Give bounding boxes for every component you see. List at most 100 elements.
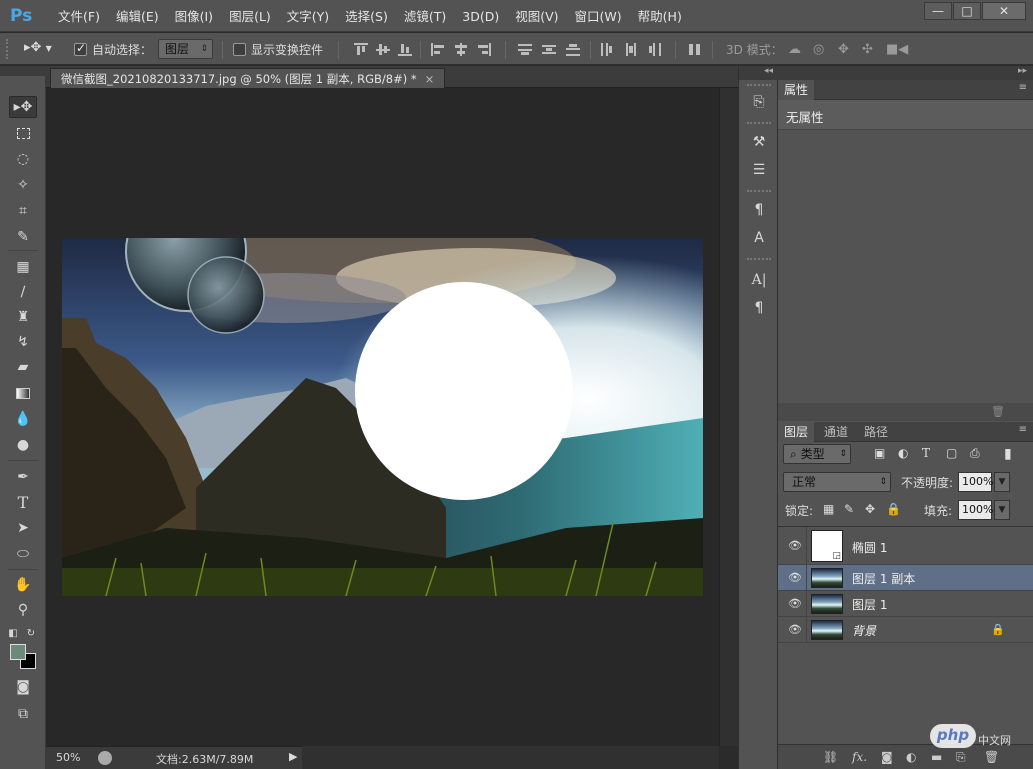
add-mask-icon[interactable]: ◙ — [881, 750, 893, 764]
healing-brush-tool-icon[interactable]: ▦ — [9, 256, 37, 278]
opacity-input[interactable]: 100% — [958, 472, 993, 492]
move-tool-icon[interactable]: ▸✥ — [9, 96, 37, 118]
restore-button[interactable]: □ — [953, 2, 981, 20]
close-tab-icon[interactable]: × — [425, 72, 435, 86]
distribute-right-icon[interactable] — [648, 43, 662, 56]
auto-select-dropdown[interactable]: 图层 ⇕ — [158, 39, 213, 59]
eye-icon[interactable]: 👁 — [788, 623, 802, 636]
panel-collapse-bar[interactable]: ▸▸ — [778, 66, 1033, 80]
eye-icon[interactable]: 👁 — [788, 539, 802, 552]
canvas-image[interactable] — [46, 88, 719, 746]
tool-preset-picker[interactable]: ▸✥ ▼ — [24, 40, 52, 55]
character-panel-icon[interactable]: A| — [747, 270, 771, 290]
clone-stamp-tool-icon[interactable]: ♜ — [9, 306, 37, 328]
menu-select[interactable]: 选择(S) — [337, 8, 396, 26]
horizontal-scrollbar[interactable] — [302, 746, 719, 769]
close-button[interactable]: ✕ — [982, 2, 1026, 20]
lock-all-icon[interactable]: 🔒 — [886, 502, 901, 516]
lock-image-icon[interactable]: ✎ — [844, 502, 854, 516]
drag-3d-icon[interactable]: ✥ — [838, 42, 849, 57]
layer-row-ellipse[interactable]: 👁 ◲ 椭圆 1 — [778, 527, 1033, 565]
document-tab[interactable]: 微信截图_20210820133717.jpg @ 50% (图层 1 副本, … — [50, 68, 446, 88]
tab-channels[interactable]: 通道 — [818, 422, 854, 442]
menu-layer[interactable]: 图层(L) — [221, 8, 279, 26]
type-tool-icon[interactable]: T — [9, 491, 37, 513]
menu-window[interactable]: 窗口(W) — [567, 8, 630, 26]
align-bottom-icon[interactable] — [398, 43, 412, 56]
panel-menu-icon[interactable]: ≡ — [1019, 82, 1027, 93]
show-transform-checkbox[interactable] — [233, 43, 246, 56]
distribute-hcenter-icon[interactable] — [624, 43, 638, 56]
delete-layer-icon[interactable]: 🗑 — [984, 750, 999, 764]
adjustment-layer-icon[interactable]: ◐ — [906, 750, 916, 764]
tab-layers[interactable]: 图层 — [778, 422, 815, 442]
fill-dropdown-icon[interactable]: ▼ — [994, 500, 1010, 520]
auto-select-checkbox[interactable] — [74, 41, 87, 56]
trash-icon[interactable]: 🗑 — [991, 405, 1005, 418]
blend-mode-dropdown[interactable]: 正常 ⇕ — [783, 472, 891, 492]
align-right-icon[interactable] — [477, 43, 491, 56]
brush-tool-icon[interactable]: ∕ — [9, 281, 37, 303]
lasso-tool-icon[interactable]: ◌ — [9, 148, 37, 170]
ellipse-tool-icon[interactable]: ⬭ — [9, 543, 37, 565]
menu-help[interactable]: 帮助(H) — [630, 8, 690, 26]
quick-mask-icon[interactable]: ◙ — [9, 676, 37, 698]
history-brush-tool-icon[interactable]: ↯ — [9, 331, 37, 353]
pen-tool-icon[interactable]: ✒ — [9, 466, 37, 488]
gradient-tool-icon[interactable] — [9, 382, 37, 404]
layer-filter-dropdown[interactable]: ⌕ 类型 ⇕ — [783, 444, 851, 464]
minimize-button[interactable]: — — [924, 2, 952, 20]
filter-toggle-icon[interactable]: ▮ — [1004, 446, 1012, 462]
paragraph-panel-icon[interactable]: ¶ — [747, 298, 771, 318]
screen-mode-icon[interactable]: ⧉ — [9, 703, 37, 725]
lock-position-icon[interactable]: ✥ — [865, 502, 875, 516]
tab-paths[interactable]: 路径 — [858, 422, 894, 442]
marquee-tool-icon[interactable] — [9, 122, 37, 144]
status-info-icon[interactable] — [98, 751, 112, 765]
filter-shape-icon[interactable]: ▢ — [946, 446, 957, 460]
distribute-vcenter-icon[interactable] — [542, 43, 556, 56]
status-menu-arrow-icon[interactable]: ▶ — [289, 750, 297, 763]
link-layers-icon[interactable]: ⛓ — [823, 750, 838, 764]
crop-tool-icon[interactable]: ⌗ — [9, 200, 37, 222]
align-left-icon[interactable] — [431, 43, 445, 56]
distribute-left-icon[interactable] — [600, 43, 614, 56]
hand-tool-icon[interactable]: ✋ — [9, 574, 37, 596]
tab-properties[interactable]: 属性 — [778, 80, 815, 100]
collapse-arrows-icon[interactable]: ◂◂ — [739, 66, 779, 80]
paragraph-styles-icon[interactable]: ¶ — [747, 200, 771, 220]
filter-adjustment-icon[interactable]: ◐ — [898, 446, 908, 460]
fill-input[interactable]: 100% — [958, 500, 993, 520]
layer-style-icon[interactable]: fx. — [852, 750, 867, 764]
layer-row-layer1[interactable]: 👁 图层 1 — [778, 591, 1033, 617]
menu-type[interactable]: 文字(Y) — [279, 8, 337, 26]
rotate-3d-icon[interactable]: ☁ — [788, 42, 801, 57]
align-top-icon[interactable] — [354, 43, 368, 56]
canvas-area[interactable] — [46, 88, 719, 746]
menu-image[interactable]: 图像(I) — [167, 8, 221, 26]
zoom-level[interactable]: 50% — [56, 751, 80, 764]
foreground-color-swatch[interactable] — [10, 644, 26, 660]
adjustments-panel-icon[interactable]: ☰ — [747, 160, 771, 180]
menu-edit[interactable]: 编辑(E) — [108, 8, 167, 26]
align-hcenter-icon[interactable] — [454, 43, 468, 56]
dodge-tool-icon[interactable]: ● — [9, 434, 37, 456]
roll-3d-icon[interactable]: ◎ — [813, 42, 824, 57]
filter-pixel-icon[interactable]: ▣ — [874, 446, 885, 460]
layer-row-layer1-copy[interactable]: 👁 图层 1 副本 — [778, 565, 1033, 591]
eye-icon[interactable]: 👁 — [788, 571, 802, 584]
swap-colors-icon[interactable]: ↻ — [24, 622, 38, 644]
menu-filter[interactable]: 滤镜(T) — [396, 8, 454, 26]
lock-transparent-icon[interactable]: ▦ — [823, 502, 834, 516]
filter-type-icon[interactable]: T — [922, 446, 930, 460]
path-selection-tool-icon[interactable]: ➤ — [9, 517, 37, 539]
zoom-tool-icon[interactable]: ⚲ — [9, 599, 37, 621]
tool-presets-panel-icon[interactable]: ⚒ — [747, 132, 771, 152]
distribute-bottom-icon[interactable] — [566, 43, 580, 56]
opacity-dropdown-icon[interactable]: ▼ — [994, 472, 1010, 492]
default-colors-icon[interactable]: ◧ — [6, 622, 20, 644]
new-group-icon[interactable]: ▬ — [931, 750, 942, 764]
align-vcenter-icon[interactable] — [376, 43, 390, 56]
blur-tool-icon[interactable]: 💧 — [9, 408, 37, 430]
vertical-scrollbar[interactable] — [719, 88, 738, 746]
